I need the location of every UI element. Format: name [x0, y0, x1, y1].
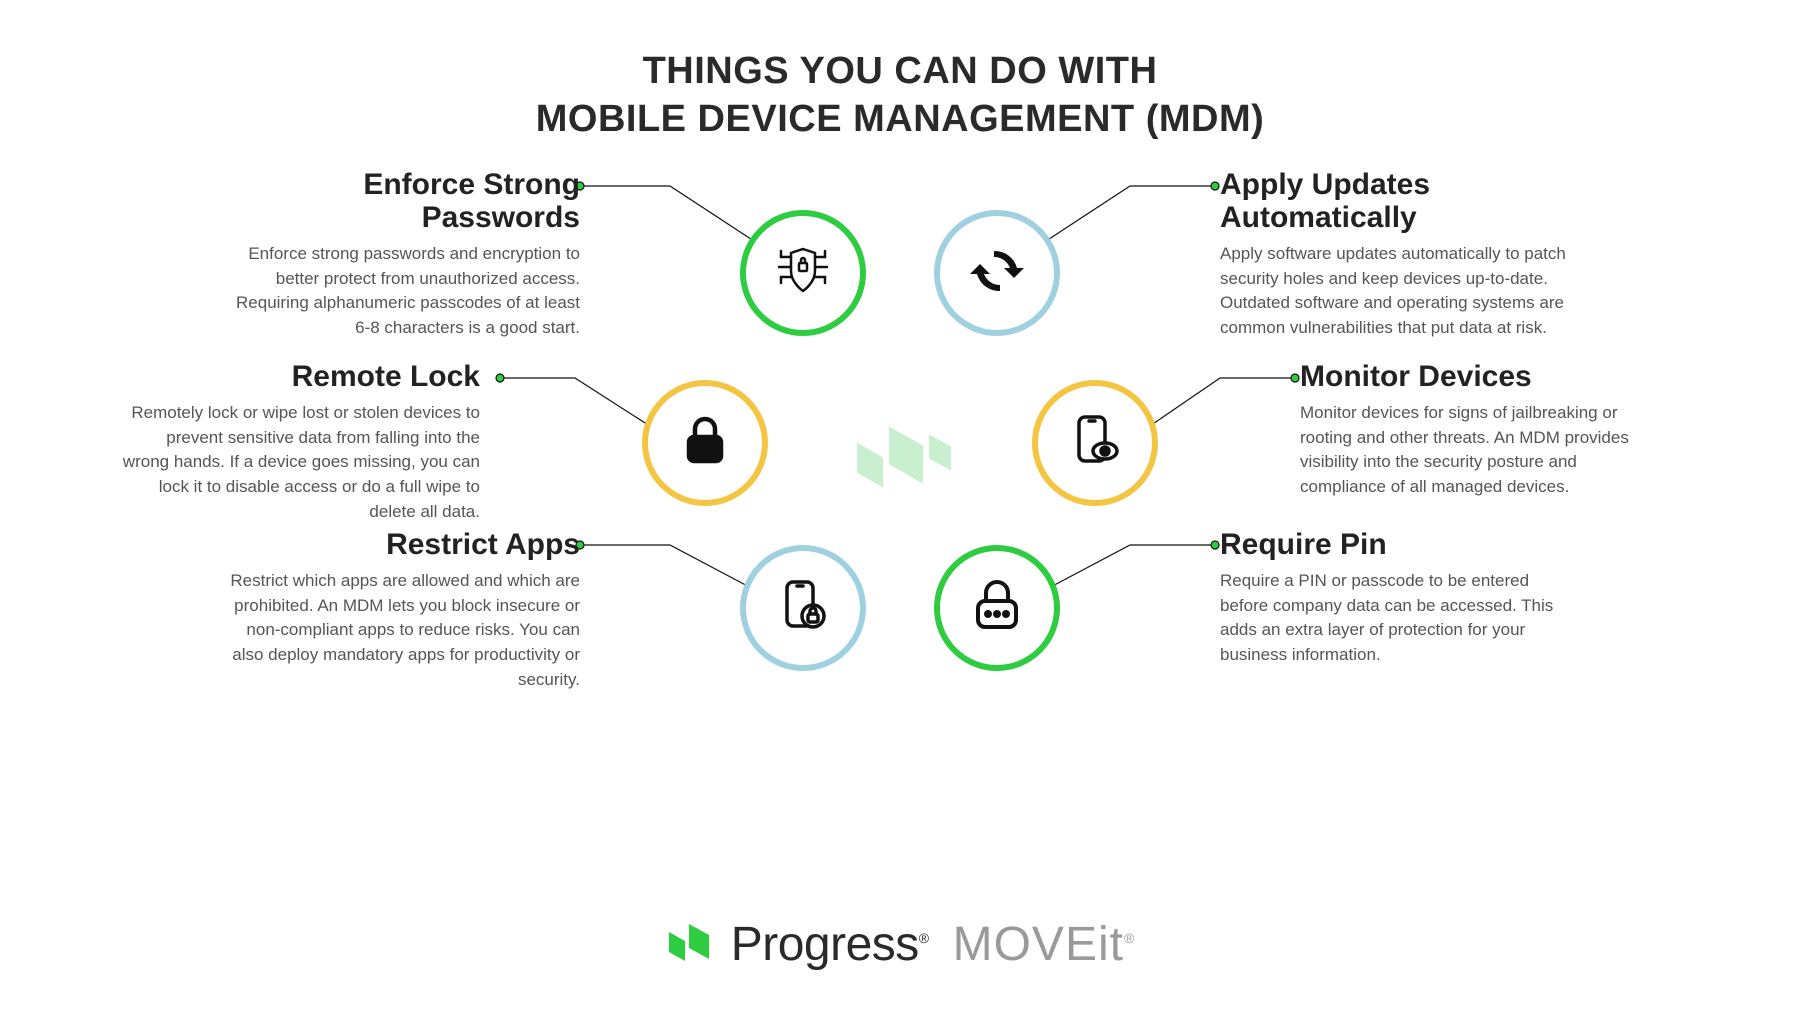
- bubble-monitor: [1032, 380, 1158, 506]
- progress-wordmark: Progress®: [731, 917, 929, 972]
- body-remote-lock: Remotely lock or wipe lost or stolen dev…: [120, 401, 480, 524]
- footer-brand: Progress® MOVEit®: [0, 917, 1800, 972]
- bubble-remote-lock: [642, 380, 768, 506]
- label-restrict: Restrict Apps Restrict which apps are al…: [220, 528, 580, 692]
- label-updates: Apply Updates Automatically Apply softwa…: [1220, 168, 1580, 341]
- body-restrict: Restrict which apps are allowed and whic…: [220, 569, 580, 692]
- bubble-passwords: [740, 210, 866, 336]
- heading-require-pin: Require Pin: [1220, 528, 1580, 561]
- bubble-require-pin: [934, 545, 1060, 671]
- label-monitor: Monitor Devices Monitor devices for sign…: [1300, 360, 1660, 500]
- bubble-restrict: [740, 545, 866, 671]
- bubble-updates: [934, 210, 1060, 336]
- phone-lock-icon: [773, 576, 833, 641]
- body-require-pin: Require a PIN or passcode to be entered …: [1220, 569, 1580, 668]
- label-passwords: Enforce Strong Passwords Enforce strong …: [220, 168, 580, 341]
- heading-remote-lock: Remote Lock: [120, 360, 480, 393]
- progress-logo-icon: [665, 918, 719, 971]
- heading-updates: Apply Updates Automatically: [1220, 168, 1580, 234]
- page-title: THINGS YOU CAN DO WITH MOBILE DEVICE MAN…: [0, 48, 1800, 143]
- body-passwords: Enforce strong passwords and encryption …: [220, 242, 580, 341]
- title-line1: THINGS YOU CAN DO WITH: [643, 50, 1158, 92]
- body-monitor: Monitor devices for signs of jailbreakin…: [1300, 401, 1660, 500]
- refresh-icon: [970, 244, 1024, 303]
- label-require-pin: Require Pin Require a PIN or passcode to…: [1220, 528, 1580, 668]
- title-line2: MOBILE DEVICE MANAGEMENT (MDM): [536, 98, 1265, 140]
- phone-eye-icon: [1065, 411, 1125, 476]
- body-updates: Apply software updates automatically to …: [1220, 242, 1580, 341]
- shield-chip-icon: [771, 239, 835, 308]
- pin-lock-icon: [968, 577, 1026, 640]
- heading-passwords: Enforce Strong Passwords: [220, 168, 580, 234]
- heading-restrict: Restrict Apps: [220, 528, 580, 561]
- label-remote-lock: Remote Lock Remotely lock or wipe lost o…: [120, 360, 480, 524]
- heading-monitor: Monitor Devices: [1300, 360, 1660, 393]
- mdm-diagram: Enforce Strong Passwords Enforce strong …: [200, 150, 1600, 770]
- lock-icon: [677, 413, 733, 474]
- moveit-wordmark: MOVEit®: [953, 917, 1136, 972]
